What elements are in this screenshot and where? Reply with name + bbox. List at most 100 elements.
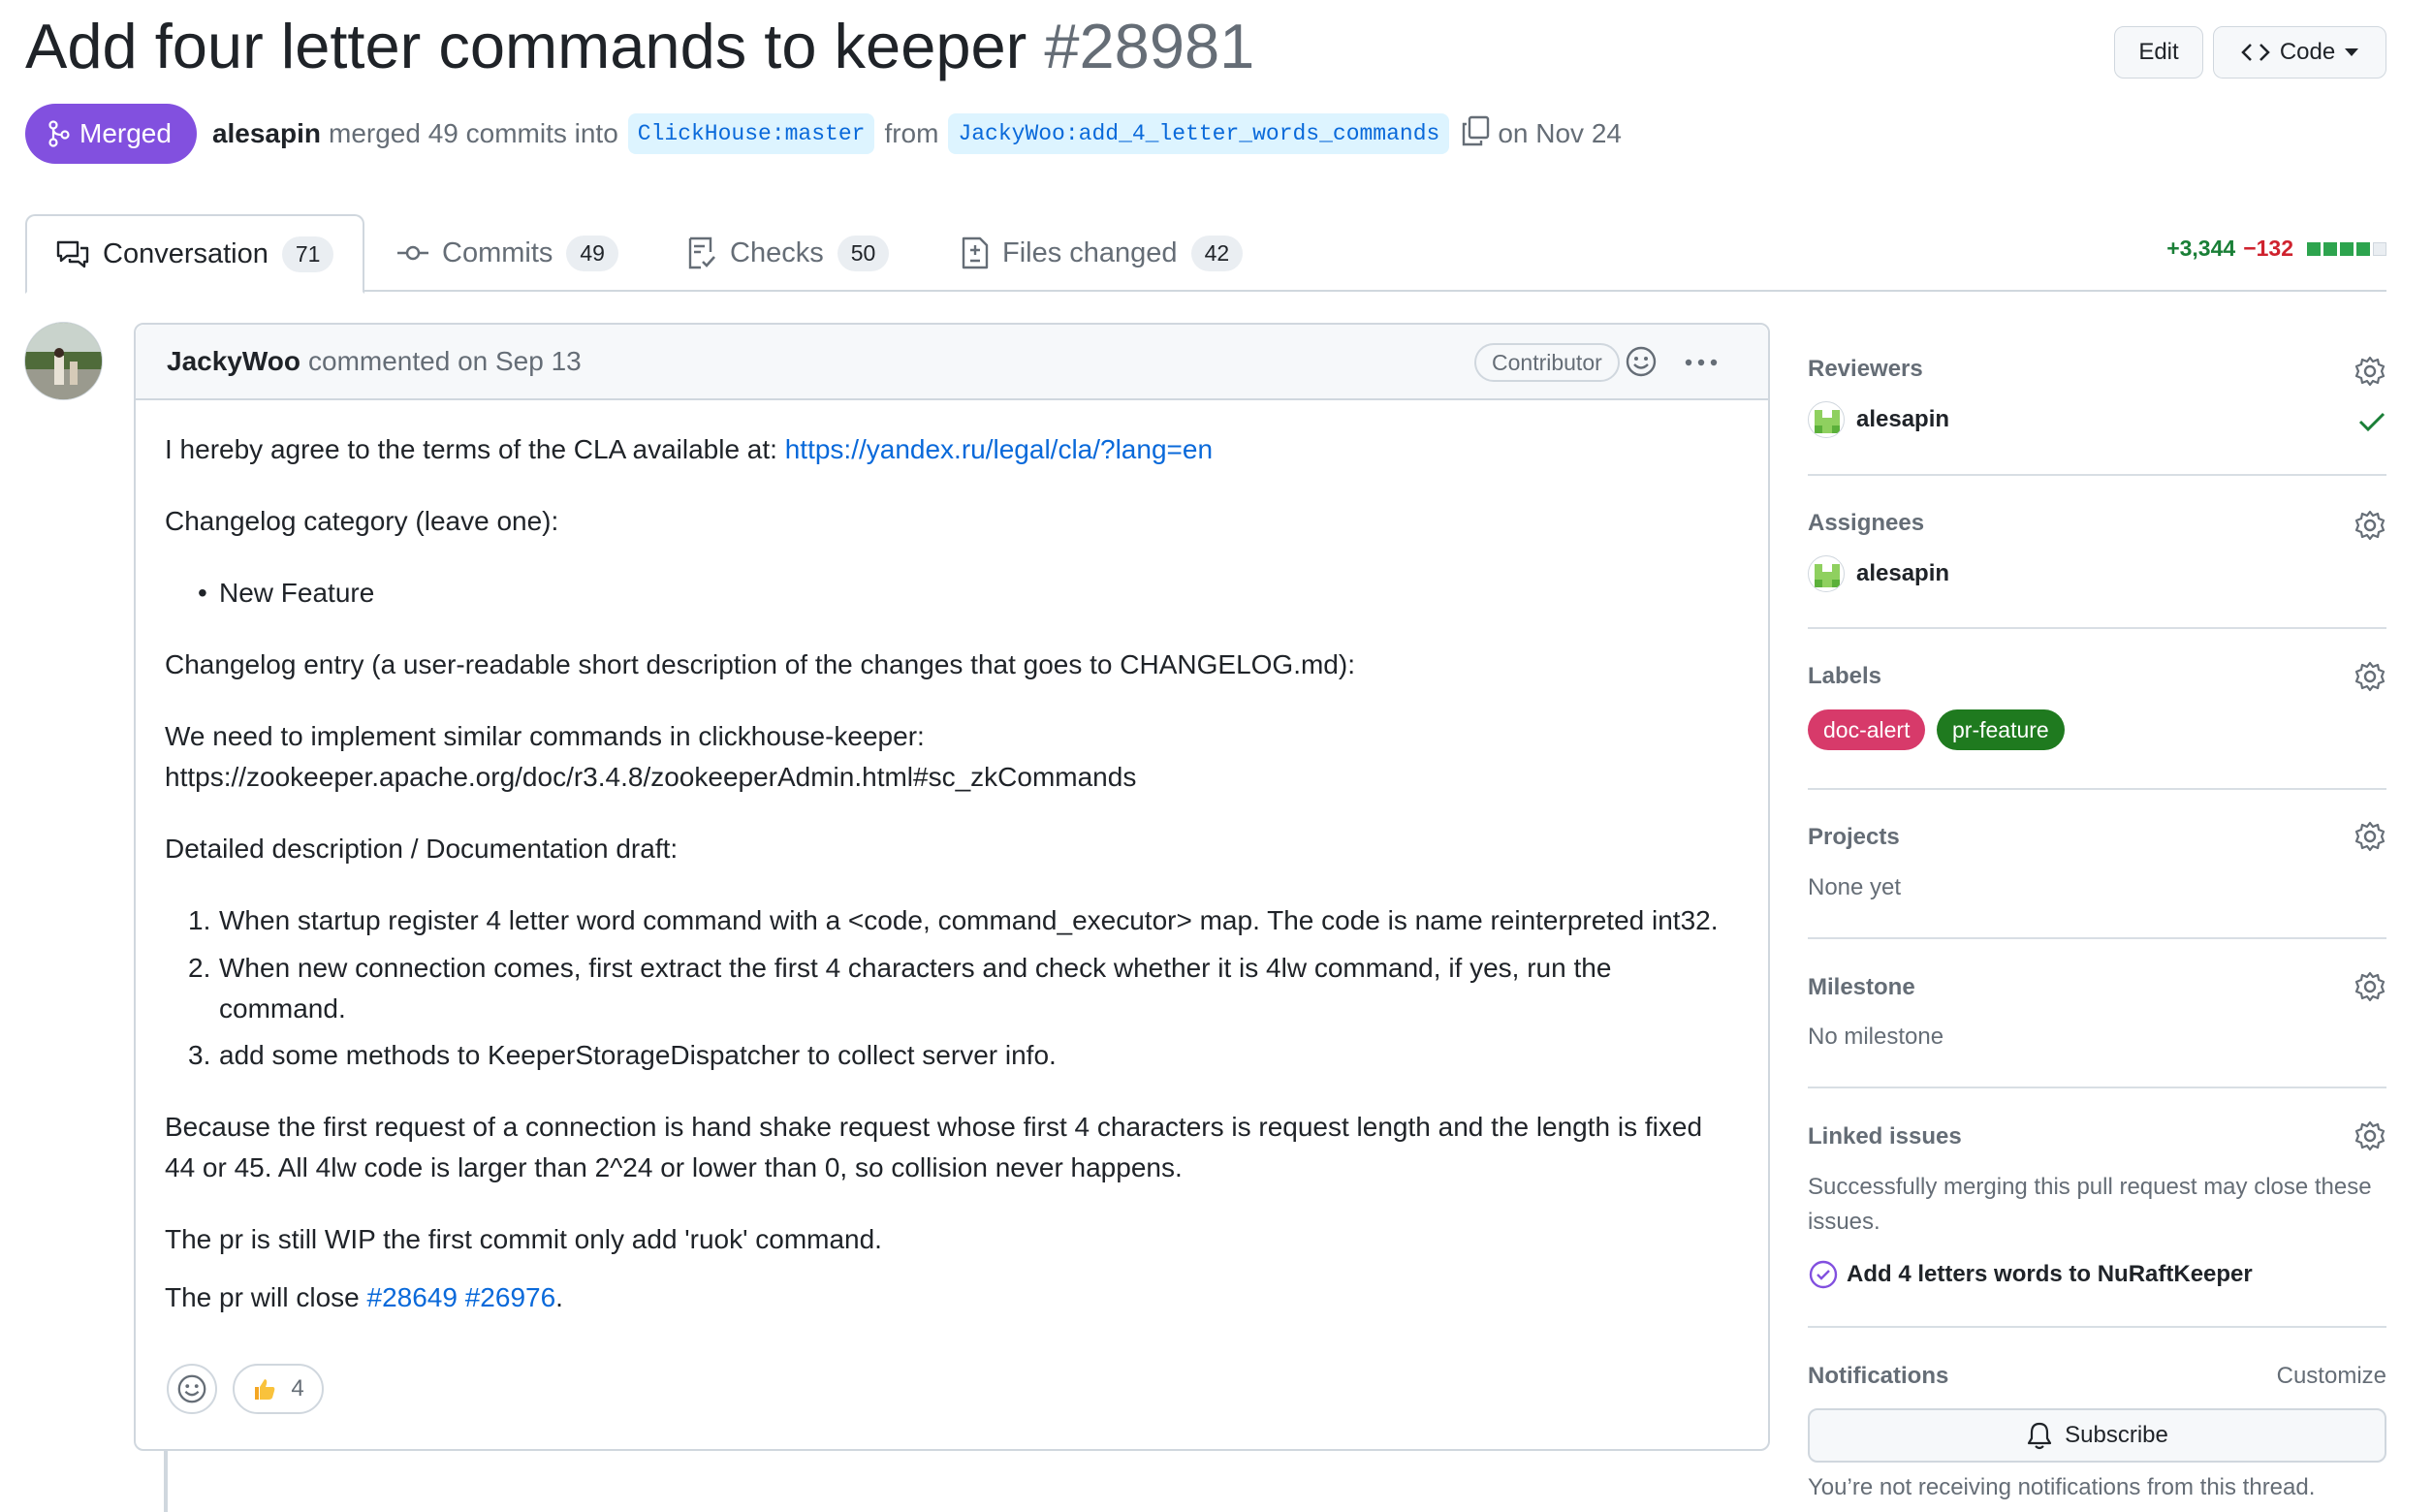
code-button[interactable]: Code xyxy=(2213,26,2386,79)
code-button-label: Code xyxy=(2279,39,2336,65)
projects-title[interactable]: Projects xyxy=(1808,824,1900,851)
gear-icon[interactable] xyxy=(2354,509,2386,547)
linked-issues-title[interactable]: Linked issues xyxy=(1808,1123,1962,1150)
list-number: 2. xyxy=(188,953,211,983)
tab-commits-count: 49 xyxy=(566,235,618,271)
comment-author-avatar[interactable] xyxy=(24,322,103,400)
from-text: from xyxy=(884,118,939,148)
tab-conversation-label: Conversation xyxy=(103,237,269,269)
label-doc-alert[interactable]: doc-alert xyxy=(1808,709,1926,750)
sidebar-divider xyxy=(1808,788,2386,790)
pr-number: #28981 xyxy=(1044,11,1255,81)
reviewer-avatar xyxy=(1808,401,1845,438)
sidebar-divider xyxy=(1808,474,2386,476)
sidebar-divider xyxy=(1808,937,2386,939)
issue-closed-icon xyxy=(1809,1260,1838,1289)
list-number: 3. xyxy=(188,1040,211,1070)
base-branch[interactable]: ClickHouse:master xyxy=(627,113,875,154)
chevron-down-icon xyxy=(2345,48,2359,56)
tab-checks-count: 50 xyxy=(837,235,890,271)
merged-status-badge: Merged xyxy=(25,104,197,164)
smiley-icon xyxy=(177,1374,206,1403)
linked-issue-title: Add 4 letters words to NuRaftKeeper xyxy=(1847,1261,2253,1287)
assignees-title[interactable]: Assignees xyxy=(1808,510,1924,537)
diffstat-deletions: −132 xyxy=(2243,236,2293,261)
diffstat-block xyxy=(2340,241,2354,256)
notifications-title: Notifications xyxy=(1808,1363,1949,1389)
tab-commits[interactable]: Commits 49 xyxy=(397,214,618,292)
list-item: When new connection comes, first extract… xyxy=(219,953,1612,983)
timeline-line xyxy=(164,1451,168,1512)
git-commit-icon xyxy=(397,245,428,261)
pr-tabs: Conversation 71 Commits 49 Checks 50 Fil… xyxy=(25,214,2386,294)
not-receiving-text: You’re not receiving notifications from … xyxy=(1808,1474,2316,1500)
merger-username[interactable]: alesapin xyxy=(212,118,321,149)
git-merge-icon xyxy=(48,120,70,147)
tab-conversation[interactable]: Conversation 71 xyxy=(25,214,365,294)
category-item: New Feature xyxy=(219,578,375,608)
comment-discussion-icon xyxy=(56,240,89,268)
assignee-item[interactable]: alesapin xyxy=(1808,555,1949,592)
comment-timestamp[interactable]: commented on Sep 13 xyxy=(308,346,582,377)
close-line: The pr will close #28649 #26976. xyxy=(165,1277,563,1318)
subscribe-button[interactable]: Subscribe xyxy=(1808,1408,2386,1463)
cla-link[interactable]: https://yandex.ru/legal/cla/?lang=en xyxy=(785,434,1213,464)
gear-icon[interactable] xyxy=(2354,820,2386,858)
checklist-icon xyxy=(688,236,715,269)
zookeeper-link[interactable]: https://zookeeper.apache.org/doc/r3.4.8/… xyxy=(165,757,1136,798)
thumbs-up-reaction[interactable]: 4 xyxy=(233,1364,324,1414)
projects-value: None yet xyxy=(1808,874,1902,900)
changelog-entry: Changelog entry (a user-readable short d… xyxy=(165,649,1355,679)
milestone-value: No milestone xyxy=(1808,1024,1944,1050)
pr-meta: Merged alesapin merged 49 commits into C… xyxy=(25,104,1622,164)
file-diff-icon xyxy=(962,236,989,269)
comment-header: JackyWoo commented on Sep 13 Contributor xyxy=(136,325,1768,400)
add-reaction-button[interactable] xyxy=(167,1364,217,1414)
tab-checks-label: Checks xyxy=(730,236,824,268)
issue-link[interactable]: #28649 xyxy=(367,1282,458,1312)
edit-button[interactable]: Edit xyxy=(2114,26,2203,79)
gear-icon[interactable] xyxy=(2354,970,2386,1008)
tab-commits-label: Commits xyxy=(442,236,553,268)
diffstat-additions: +3,344 xyxy=(2166,236,2236,261)
diffstat-block xyxy=(2356,241,2370,256)
gear-icon[interactable] xyxy=(2354,660,2386,698)
kebab-icon[interactable] xyxy=(1683,348,1720,384)
tab-files-changed-count: 42 xyxy=(1190,235,1244,271)
close-text: The pr will close xyxy=(165,1282,360,1312)
tab-files-changed[interactable]: Files changed 42 xyxy=(962,214,1244,292)
copy-icon[interactable] xyxy=(1461,115,1490,153)
gear-icon[interactable] xyxy=(2354,1119,2386,1157)
pr-title: Add four letter commands to keeper #2898… xyxy=(25,10,1254,82)
contributor-badge: Contributor xyxy=(1474,343,1620,382)
sidebar-divider xyxy=(1808,1087,2386,1088)
comment-card: JackyWoo commented on Sep 13 Contributor… xyxy=(134,323,1770,1451)
reviewers-title[interactable]: Reviewers xyxy=(1808,356,1923,383)
thumbs-up-icon xyxy=(255,1379,275,1400)
reviewer-name: alesapin xyxy=(1856,406,1950,432)
edit-button-label: Edit xyxy=(2138,39,2179,65)
milestone-title[interactable]: Milestone xyxy=(1808,974,1915,1001)
label-pr-feature[interactable]: pr-feature xyxy=(1937,709,2065,750)
tab-conversation-count: 71 xyxy=(281,236,334,272)
issue-link[interactable]: #26976 xyxy=(465,1282,555,1312)
because-line-1: Because the first request of a connectio… xyxy=(165,1112,1703,1142)
customize-link[interactable]: Customize xyxy=(2277,1363,2386,1390)
list-number: 1. xyxy=(188,905,211,935)
diffstat-block xyxy=(2323,241,2337,256)
linked-issue-item[interactable]: Add 4 letters words to NuRaftKeeper xyxy=(1808,1259,2253,1290)
sidebar-divider xyxy=(1808,627,2386,629)
list-item: add some methods to KeeperStorageDispatc… xyxy=(219,1040,1057,1070)
labels-title[interactable]: Labels xyxy=(1808,663,1881,690)
gear-icon[interactable] xyxy=(2354,355,2386,393)
diffstat-blocks xyxy=(2307,241,2386,256)
head-branch[interactable]: JackyWoo:add_4_letter_words_commands xyxy=(948,113,1450,154)
cla-line: I hereby agree to the terms of the CLA a… xyxy=(165,429,1213,470)
reviewer-item[interactable]: alesapin xyxy=(1808,401,1949,438)
comment-author[interactable]: JackyWoo xyxy=(167,346,300,377)
tab-checks[interactable]: Checks 50 xyxy=(687,214,890,292)
check-icon xyxy=(2357,410,2386,438)
need-text: We need to implement similar commands in… xyxy=(165,721,925,751)
changelog-category: Changelog category (leave one): xyxy=(165,506,559,536)
smiley-icon[interactable] xyxy=(1624,344,1659,386)
